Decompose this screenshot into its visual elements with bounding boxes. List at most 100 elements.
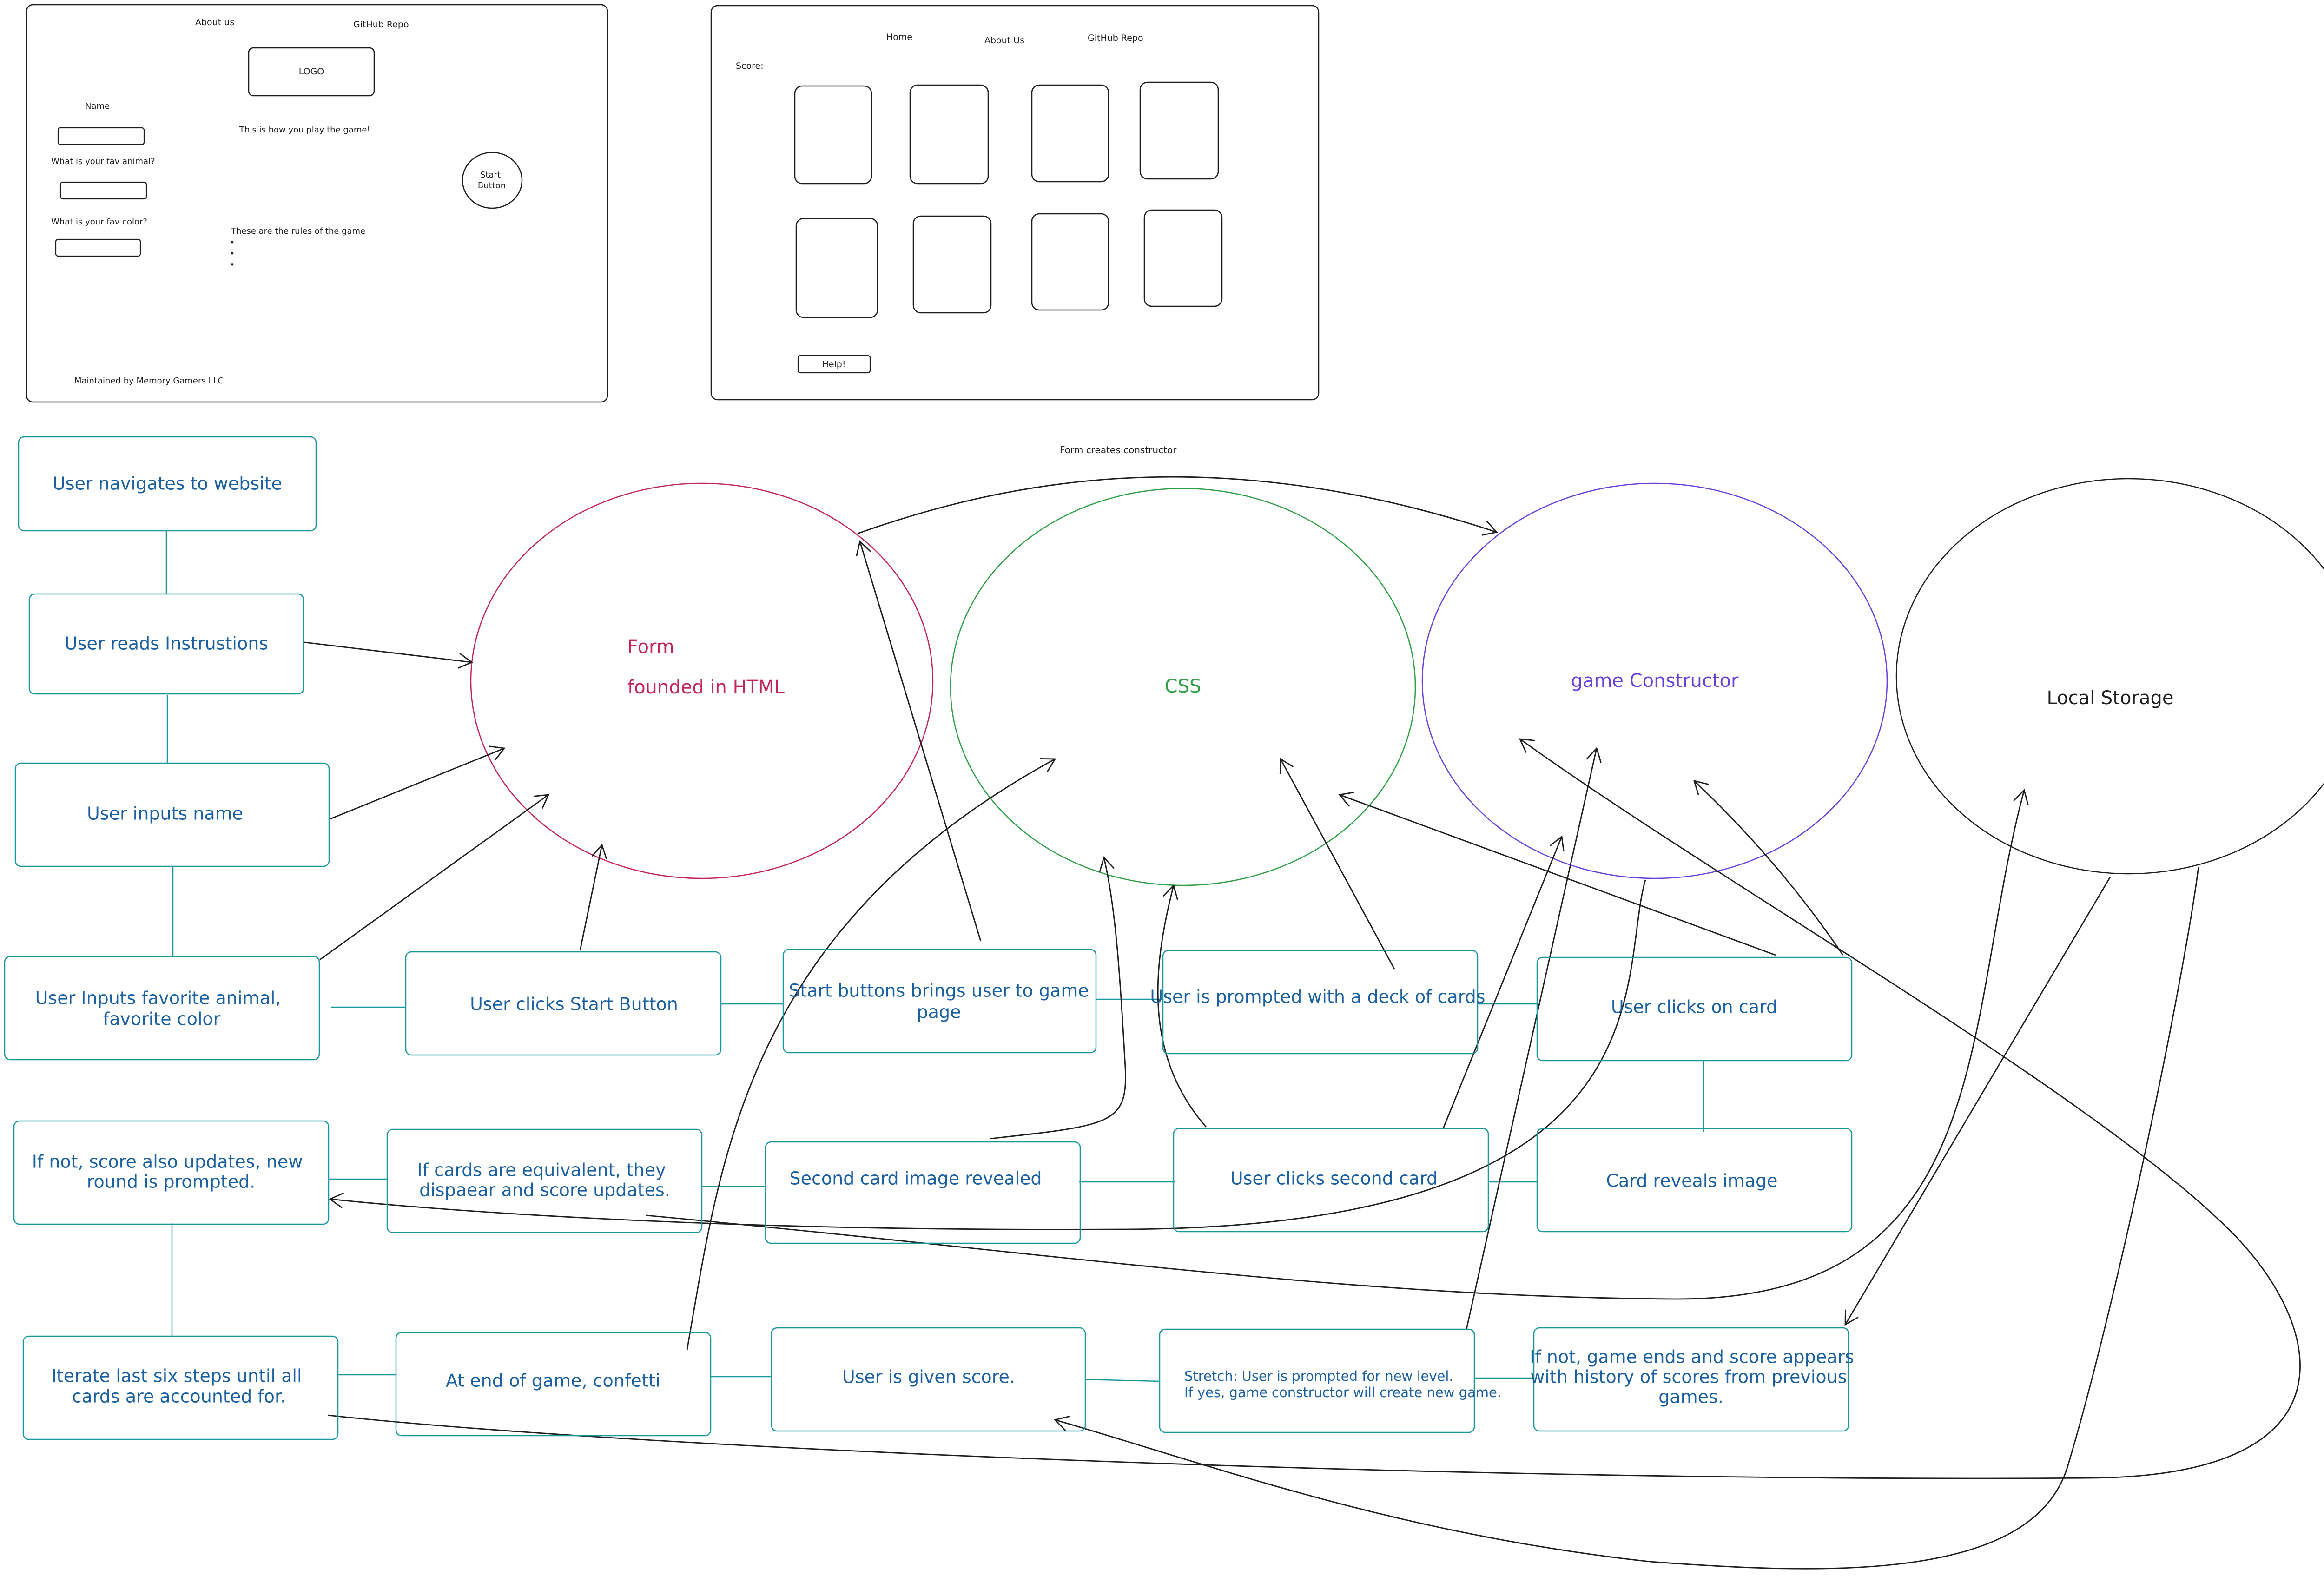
arrows (304, 476, 2301, 1570)
ellipse-storage: Local Storage (1895, 478, 2324, 875)
step-start-brings: Start buttons brings user to game page (782, 949, 1097, 1054)
howto-text: This is how you play the game! (239, 125, 370, 135)
logo-text: LOGO (299, 66, 324, 77)
storage-label: Local Storage (2047, 687, 2174, 709)
step-text: games. (1658, 1387, 1723, 1407)
rules-text: These are the rules of the game (231, 226, 365, 236)
name-input[interactable] (57, 127, 145, 145)
step-inputs-favorites: User Inputs favorite animal, favorite co… (4, 956, 320, 1061)
step-text: User is given score. (842, 1367, 1015, 1387)
game-card[interactable] (795, 218, 878, 318)
step-text: page (917, 1002, 961, 1022)
arrow-form-creates-constructor (857, 476, 1498, 536)
step-text: If not, game ends and score appears (1530, 1347, 1854, 1367)
home-nav-about[interactable]: About us (195, 17, 234, 27)
step-iterate: Iterate last six steps until all cards a… (22, 1335, 339, 1440)
arrow (1693, 780, 1844, 956)
constructor-label: game Constructor (1571, 670, 1739, 692)
step-clicks-card: User clicks on card (1536, 956, 1853, 1062)
animal-input[interactable] (59, 181, 147, 200)
arrow (319, 794, 550, 961)
step-text: User clicks Start Button (470, 994, 678, 1015)
step-reveals-image: Card reveals image (1536, 1128, 1853, 1233)
step-prompted-deck: User is prompted with a deck of cards (1150, 950, 1486, 1055)
step-text: At end of game, confetti (446, 1371, 660, 1391)
game-nav-home[interactable]: Home (886, 32, 912, 42)
step-start: User clicks Start Button (405, 951, 722, 1056)
game-card[interactable] (1031, 84, 1109, 183)
step-text: If yes, game constructor will create new… (1184, 1385, 1501, 1400)
rules-bullet-1: • (230, 237, 235, 248)
step-clicks-second: User clicks second card (1173, 1128, 1489, 1233)
step-text: User navigates to website (53, 474, 282, 494)
step-text: User is prompted with a deck of cards (1150, 987, 1485, 1007)
step-stretch: Stretch: User is prompted for new level.… (1159, 1328, 1501, 1433)
step-text: Card reveals image (1606, 1171, 1777, 1191)
diagram-canvas: About us GitHub Repo LOGO Name What is y… (4, 4, 2324, 1570)
form-sublabel: founded in HTML (627, 677, 785, 698)
step-reads: User reads Instrustions (28, 593, 304, 695)
arrow (1844, 877, 2111, 1326)
step-text: If not, score also updates, new (32, 1152, 303, 1172)
wireframe-game-frame (710, 5, 1320, 401)
start-button-label-2[interactable]: Button (478, 181, 506, 191)
rules-bullet-3: • (230, 260, 235, 270)
color-label: What is your fav color? (51, 217, 147, 227)
game-card[interactable] (1143, 209, 1223, 307)
game-card[interactable] (909, 84, 989, 185)
arrow (1054, 866, 2199, 1570)
arrow (646, 789, 2029, 1300)
start-button-circle[interactable] (462, 152, 523, 209)
css-label: CSS (1165, 676, 1202, 697)
game-card[interactable] (1139, 81, 1219, 180)
step-box (782, 949, 1097, 1054)
box-connectors (165, 531, 1704, 1382)
game-nav-about[interactable]: About Us (984, 35, 1024, 46)
step-text: User inputs name (87, 804, 243, 824)
start-button[interactable]: Start Button (462, 152, 523, 209)
name-label: Name (85, 101, 110, 111)
step-text: favorite color (103, 1009, 221, 1029)
step-text: User clicks on card (1611, 997, 1777, 1017)
step-equivalent: If cards are equivalent, they dispaear a… (386, 1128, 703, 1233)
help-button-label[interactable]: Help! (822, 359, 846, 369)
arrow (329, 745, 506, 820)
game-nav-github[interactable]: GitHub Repo (1088, 33, 1143, 43)
step-text: Iterate last six steps until all (51, 1366, 302, 1386)
step-text: cards are accounted for. (72, 1386, 286, 1407)
arrow (327, 738, 2301, 1479)
ellipse-constructor: game Constructor (1421, 482, 1888, 879)
step-given-score: User is given score. (771, 1327, 1086, 1432)
step-text: dispaear and score updates. (419, 1180, 670, 1200)
step-text: User reads Instrustions (65, 633, 268, 654)
game-card[interactable] (1031, 213, 1109, 311)
color-input[interactable] (55, 238, 141, 257)
step-game-ends: If not, game ends and score appears with… (1530, 1327, 1854, 1432)
score-label: Score: (736, 61, 764, 71)
game-card[interactable] (912, 215, 992, 314)
game-card[interactable] (794, 85, 872, 185)
arrow (1466, 747, 1602, 1330)
step-text: User clicks second card (1230, 1168, 1438, 1189)
step-text: Stretch: User is prompted for new level. (1184, 1368, 1453, 1384)
arrow-label: Form creates constructor (1060, 444, 1177, 455)
wireframe-home: About us GitHub Repo LOGO Name What is y… (26, 4, 608, 403)
step-text: with history of scores from previous (1530, 1367, 1847, 1387)
rules-bullet-2: • (230, 249, 235, 259)
step-text: If cards are equivalent, they (417, 1160, 666, 1181)
arrow (686, 758, 1056, 1351)
step-inputs-name: User inputs name (14, 762, 330, 867)
home-nav-github[interactable]: GitHub Repo (353, 20, 409, 30)
arrow (1338, 792, 1776, 956)
home-footer: Maintained by Memory Gamers LLC (74, 376, 224, 386)
wireframe-game: Home About Us GitHub Repo Score: Help! (710, 5, 1320, 401)
arrow (1279, 758, 1395, 970)
step-text: User Inputs favorite animal, (35, 988, 281, 1009)
arrow (579, 844, 607, 951)
step-text: round is prompted. (87, 1172, 256, 1192)
arrow (856, 540, 982, 942)
start-button-label-1[interactable]: Start (480, 170, 501, 180)
step-navigate: User navigates to website (18, 436, 317, 532)
storage-ellipse (1895, 478, 2324, 875)
step-text: Start buttons brings user to game (789, 981, 1089, 1001)
